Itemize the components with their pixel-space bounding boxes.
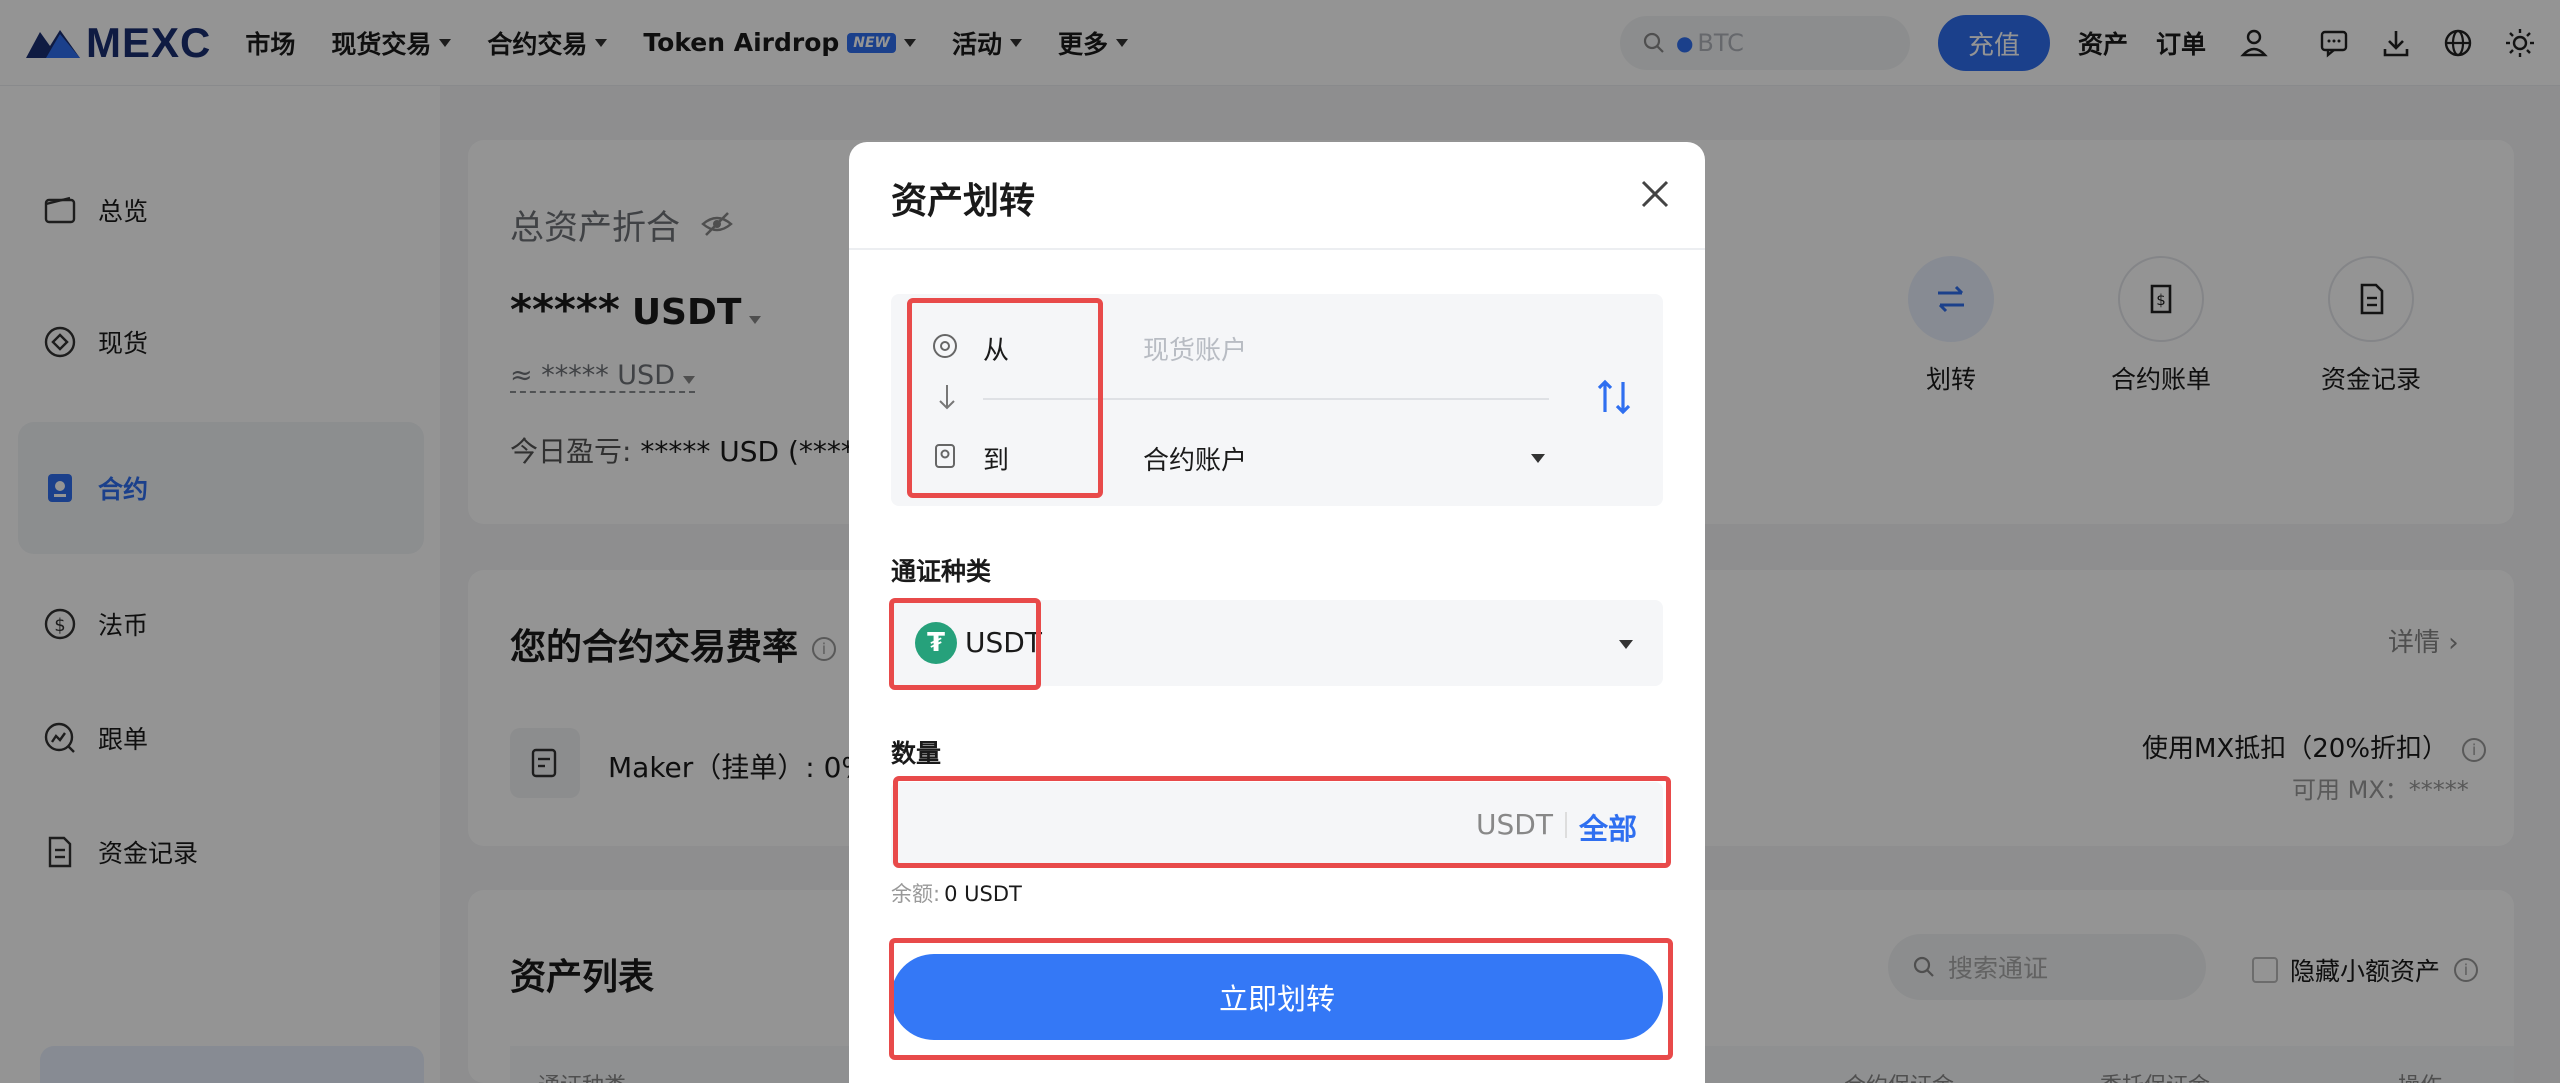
- futures-icon: [935, 444, 955, 468]
- transfer-now-button[interactable]: 立即划转: [891, 954, 1663, 1040]
- transfer-account-box: 从 现货账户 到 合约账户: [891, 294, 1663, 506]
- divider: [1565, 812, 1567, 838]
- tether-icon: ₮: [915, 622, 957, 664]
- from-label: 从: [983, 336, 1010, 366]
- quantity-unit: USDT: [1476, 808, 1553, 841]
- chevron-down-icon: [1619, 640, 1633, 649]
- quantity-label: 数量: [891, 739, 942, 768]
- modal-title: 资产划转: [891, 181, 1036, 222]
- close-icon[interactable]: [1635, 174, 1675, 214]
- from-account: 现货账户: [1143, 336, 1248, 366]
- available-balance: 余额: 0 USDT: [891, 882, 1022, 906]
- modal-divider: [849, 248, 1705, 250]
- divider: [983, 398, 1549, 400]
- arrow-down-icon: [939, 385, 955, 410]
- selected-coin: USDT: [965, 626, 1042, 659]
- to-account-select[interactable]: 合约账户: [1143, 440, 1247, 477]
- swap-icon[interactable]: [1591, 374, 1637, 420]
- coin-select[interactable]: ₮ USDT: [891, 600, 1663, 686]
- asset-transfer-modal: 资产划转 从 现货账户 到 合约账户 通证种类 ₮ USDT 数量 USDT 全…: [849, 142, 1705, 1083]
- spot-icon: [933, 334, 957, 358]
- to-label: 到: [983, 446, 1010, 476]
- chevron-down-icon[interactable]: [1531, 454, 1545, 463]
- max-all-button[interactable]: 全部: [1579, 806, 1637, 848]
- coin-type-label: 通证种类: [891, 557, 992, 586]
